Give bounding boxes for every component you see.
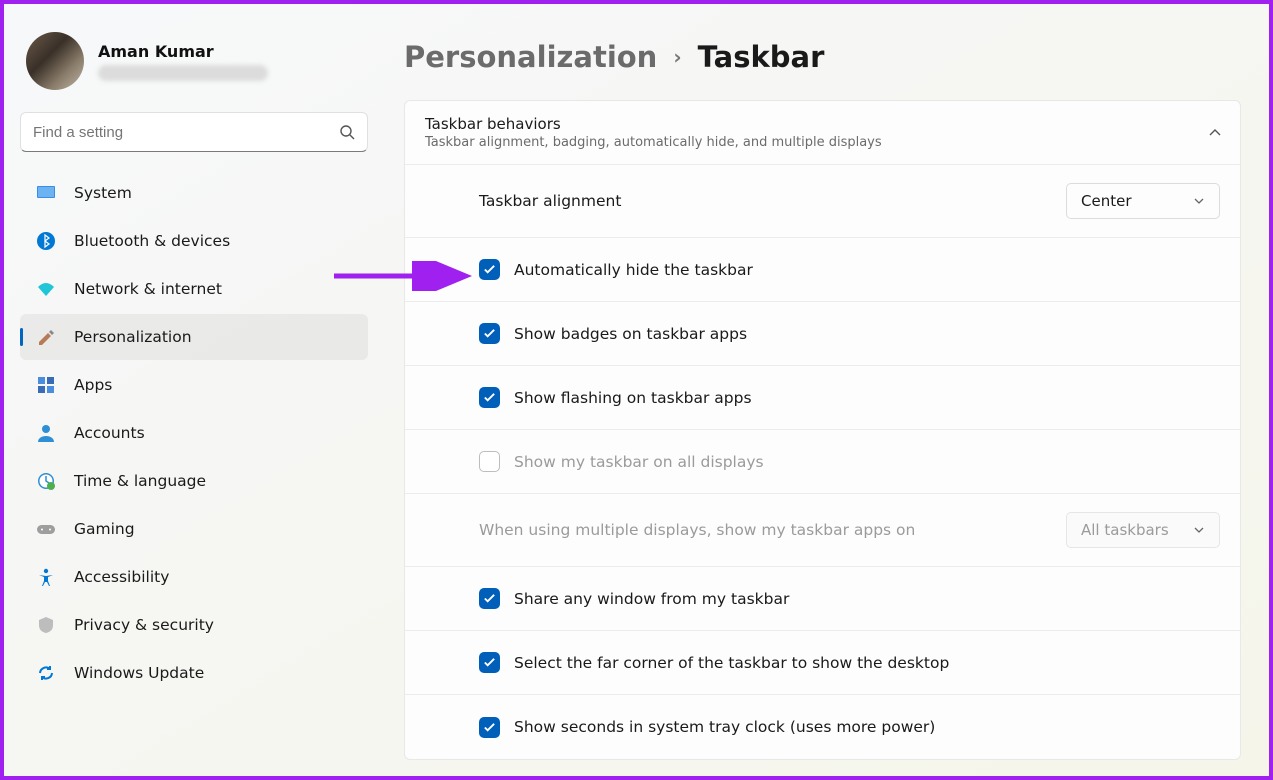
multi-display-select: All taskbars <box>1066 512 1220 548</box>
profile-name: Aman Kumar <box>98 42 268 61</box>
row-all-displays: Show my taskbar on all displays <box>405 430 1240 494</box>
avatar <box>26 32 84 90</box>
time-icon <box>36 471 56 491</box>
sidebar-item-personalization[interactable]: Personalization <box>20 314 368 360</box>
sidebar-item-label: Privacy & security <box>74 616 214 634</box>
breadcrumb: Personalization › Taskbar <box>404 40 1241 74</box>
sidebar-item-label: Accessibility <box>74 568 169 586</box>
sidebar-item-label: Personalization <box>74 328 192 346</box>
sidebar-item-label: Windows Update <box>74 664 204 682</box>
sidebar-item-privacy[interactable]: Privacy & security <box>20 602 368 648</box>
select-value: All taskbars <box>1081 521 1169 539</box>
row-label: Show seconds in system tray clock (uses … <box>514 718 1220 736</box>
gaming-icon <box>36 519 56 539</box>
sidebar-item-accounts[interactable]: Accounts <box>20 410 368 456</box>
apps-icon <box>36 375 56 395</box>
far-corner-checkbox[interactable] <box>479 652 500 673</box>
sidebar: Aman Kumar System Bluetooth & devices Ne… <box>4 4 382 776</box>
row-auto-hide[interactable]: Automatically hide the taskbar <box>405 238 1240 302</box>
row-far-corner[interactable]: Select the far corner of the taskbar to … <box>405 631 1240 695</box>
sidebar-item-label: Network & internet <box>74 280 222 298</box>
chevron-down-icon <box>1193 524 1205 536</box>
taskbar-behaviors-panel: Taskbar behaviors Taskbar alignment, bad… <box>404 100 1241 760</box>
all-displays-checkbox <box>479 451 500 472</box>
shield-icon <box>36 615 56 635</box>
sidebar-nav: System Bluetooth & devices Network & int… <box>20 170 368 696</box>
flashing-checkbox[interactable] <box>479 387 500 408</box>
brush-icon <box>36 327 56 347</box>
row-show-seconds[interactable]: Show seconds in system tray clock (uses … <box>405 695 1240 759</box>
update-icon <box>36 663 56 683</box>
sidebar-item-label: Time & language <box>74 472 206 490</box>
sidebar-item-label: Accounts <box>74 424 145 442</box>
panel-subtitle: Taskbar alignment, badging, automaticall… <box>425 135 882 150</box>
main-content: Personalization › Taskbar Taskbar behavi… <box>382 4 1269 776</box>
sidebar-item-gaming[interactable]: Gaming <box>20 506 368 552</box>
share-window-checkbox[interactable] <box>479 588 500 609</box>
row-taskbar-alignment: Taskbar alignment Center <box>405 165 1240 238</box>
row-label: Show badges on taskbar apps <box>514 325 1220 343</box>
sidebar-item-bluetooth[interactable]: Bluetooth & devices <box>20 218 368 264</box>
row-label: Share any window from my taskbar <box>514 590 1220 608</box>
sidebar-item-system[interactable]: System <box>20 170 368 216</box>
bluetooth-icon <box>36 231 56 251</box>
row-badges[interactable]: Show badges on taskbar apps <box>405 302 1240 366</box>
sidebar-item-apps[interactable]: Apps <box>20 362 368 408</box>
select-value: Center <box>1081 192 1132 210</box>
chevron-up-icon <box>1208 126 1222 140</box>
profile-email-blurred <box>98 65 268 81</box>
sidebar-item-network[interactable]: Network & internet <box>20 266 368 312</box>
auto-hide-checkbox[interactable] <box>479 259 500 280</box>
accessibility-icon <box>36 567 56 587</box>
panel-title: Taskbar behaviors <box>425 115 882 133</box>
sidebar-item-label: Gaming <box>74 520 135 538</box>
wifi-icon <box>36 279 56 299</box>
row-label: When using multiple displays, show my ta… <box>479 521 1052 539</box>
row-multi-display: When using multiple displays, show my ta… <box>405 494 1240 567</box>
sidebar-item-update[interactable]: Windows Update <box>20 650 368 696</box>
row-label: Select the far corner of the taskbar to … <box>514 654 1220 672</box>
sidebar-item-accessibility[interactable]: Accessibility <box>20 554 368 600</box>
row-flashing[interactable]: Show flashing on taskbar apps <box>405 366 1240 430</box>
profile[interactable]: Aman Kumar <box>20 22 368 106</box>
account-icon <box>36 423 56 443</box>
badges-checkbox[interactable] <box>479 323 500 344</box>
breadcrumb-current: Taskbar <box>698 40 825 74</box>
system-icon <box>36 183 56 203</box>
row-label: Show my taskbar on all displays <box>514 453 1220 471</box>
sidebar-item-label: System <box>74 184 132 202</box>
sidebar-item-label: Apps <box>74 376 112 394</box>
row-share-window[interactable]: Share any window from my taskbar <box>405 567 1240 631</box>
sidebar-item-time[interactable]: Time & language <box>20 458 368 504</box>
breadcrumb-parent[interactable]: Personalization <box>404 40 657 74</box>
sidebar-item-label: Bluetooth & devices <box>74 232 230 250</box>
chevron-right-icon: › <box>673 45 681 69</box>
alignment-select[interactable]: Center <box>1066 183 1220 219</box>
chevron-down-icon <box>1193 195 1205 207</box>
search-input[interactable] <box>33 124 339 141</box>
row-label: Show flashing on taskbar apps <box>514 389 1220 407</box>
show-seconds-checkbox[interactable] <box>479 717 500 738</box>
row-label: Taskbar alignment <box>479 192 1052 210</box>
row-label: Automatically hide the taskbar <box>514 261 1220 279</box>
search-icon <box>339 124 355 140</box>
panel-header[interactable]: Taskbar behaviors Taskbar alignment, bad… <box>405 101 1240 165</box>
search-box[interactable] <box>20 112 368 152</box>
